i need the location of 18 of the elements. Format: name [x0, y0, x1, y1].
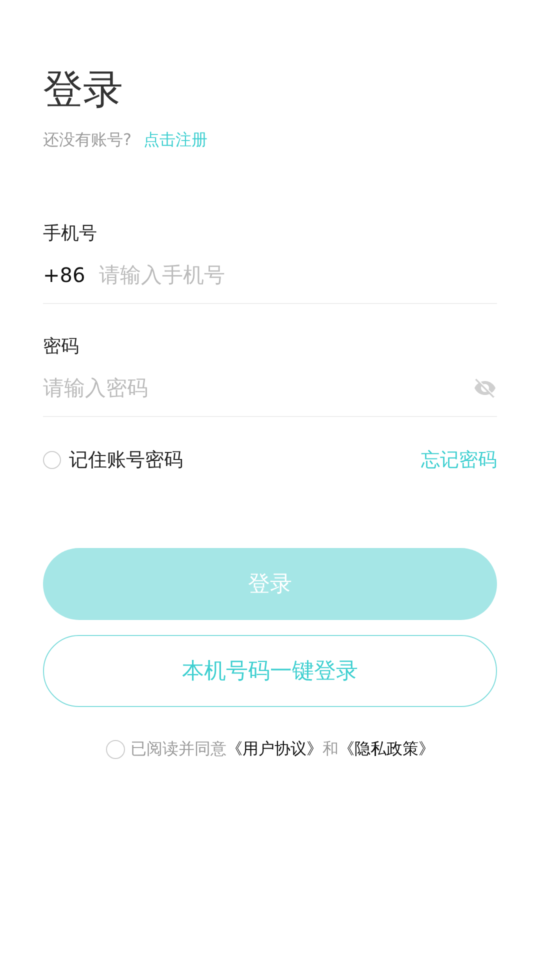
signup-prompt: 还没有账号?: [43, 130, 132, 151]
agreement-text: 已阅读并同意: [130, 739, 226, 760]
agreement-checkbox[interactable]: [106, 740, 124, 759]
signup-link[interactable]: 点击注册: [144, 130, 208, 151]
one-tap-login-button[interactable]: 本机号码一键登录: [43, 635, 497, 707]
forgot-password-link[interactable]: 忘记密码: [421, 447, 497, 473]
field-label: 手机号: [43, 222, 98, 246]
policy-link[interactable]: 《隐私政策》: [338, 739, 434, 760]
remember-label: 记住账号密码: [69, 448, 183, 473]
agreement-text: 和: [322, 739, 338, 760]
password-input[interactable]: 请输入密码: [43, 376, 473, 400]
country-code[interactable]: +86: [43, 263, 86, 287]
eye-slash-icon[interactable]: [473, 376, 497, 400]
phone-input[interactable]: 请输入手机号: [99, 263, 497, 287]
remember-checkbox[interactable]: [43, 451, 61, 469]
page-title: 登录: [43, 66, 124, 115]
policy-link[interactable]: 《用户协议》: [226, 739, 322, 760]
field-label: 密码: [43, 335, 80, 359]
